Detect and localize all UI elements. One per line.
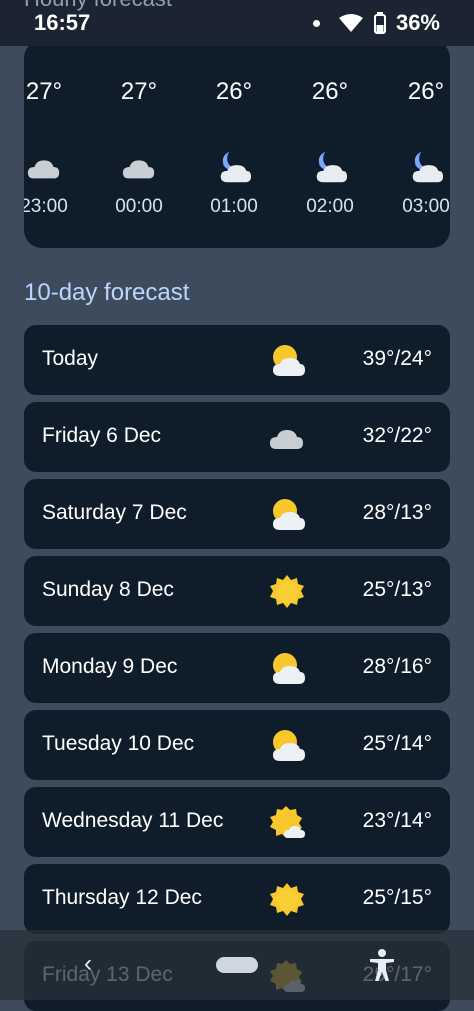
forecast-day-row[interactable]: Sunday 8 Dec 25°/13°: [24, 556, 450, 626]
forecast-day-row[interactable]: Thursday 12 Dec 25°/15°: [24, 864, 450, 934]
forecast-day-temp: 39°/24°: [362, 347, 432, 370]
battery-level: 36%: [395, 10, 440, 35]
forecast-day-name: Saturday 7 Dec: [42, 501, 187, 524]
hourly-temp: 26°: [215, 78, 253, 105]
navigation-bar: ‹: [0, 930, 474, 1000]
forecast-day-name: Sunday 8 Dec: [42, 578, 174, 601]
forecast-day-name: Monday 9 Dec: [42, 655, 178, 678]
sun-icon: [268, 881, 306, 919]
forecast-day-temp: 25°/13°: [362, 578, 432, 601]
moon-cloud-icon: [312, 150, 348, 186]
moon-cloud-icon: [408, 150, 444, 186]
cloud-icon: [268, 419, 306, 457]
status-time: 16:57: [34, 10, 91, 35]
sun-icon: [268, 573, 306, 611]
cloud-icon: [121, 150, 157, 186]
ten-day-forecast-title: 10-day forecast: [24, 279, 190, 306]
forecast-day-temp: 28°/13°: [362, 501, 432, 524]
forecast-day-row[interactable]: Saturday 7 Dec 28°/13°: [24, 479, 450, 549]
forecast-day-row[interactable]: Wednesday 11 Dec 23°/14°: [24, 787, 450, 857]
hourly-temp: 26°: [311, 78, 349, 105]
hourly-temp: 26°: [407, 78, 445, 105]
forecast-day-temp: 23°/14°: [362, 809, 432, 832]
accessibility-icon[interactable]: [368, 948, 396, 982]
battery-icon: [373, 12, 386, 34]
notification-dot-icon: [312, 19, 320, 27]
wifi-icon: [338, 14, 363, 32]
forecast-day-temp: 25°/15°: [362, 886, 432, 909]
sun-cloud-icon: [268, 650, 306, 688]
hourly-forecast-title: Hourly forecast: [24, 0, 172, 12]
sun-cloud-icon: [268, 727, 306, 765]
forecast-day-row[interactable]: Monday 9 Dec 28°/16°: [24, 633, 450, 703]
hourly-time: 23:00: [24, 196, 68, 217]
moon-cloud-icon: [216, 150, 252, 186]
forecast-day-name: Today: [42, 347, 99, 370]
forecast-day-name: Thursday 12 Dec: [42, 886, 202, 909]
forecast-day-row[interactable]: Today 39°/24°: [24, 325, 450, 395]
hourly-temp: 27°: [120, 78, 158, 105]
sun-cloud-icon: [268, 342, 306, 380]
status-icons: 36%: [312, 10, 440, 36]
sun-small-cloud-icon: [268, 804, 306, 842]
forecast-day-temp: 32°/22°: [362, 424, 432, 447]
forecast-day-name: Tuesday 10 Dec: [42, 732, 195, 755]
back-icon[interactable]: ‹: [84, 950, 92, 978]
forecast-day-name: Wednesday 11 Dec: [42, 809, 224, 832]
forecast-day-temp: 28°/16°: [362, 655, 432, 678]
hourly-forecast-card[interactable]: 27° 23:00 27° 00:00 26° 01:00 26° 02:00 26° 03:00: [24, 40, 450, 248]
forecast-day-row[interactable]: Friday 6 Dec 32°/22°: [24, 402, 450, 472]
hourly-temp: 27°: [25, 78, 63, 105]
hourly-time: 01:00: [210, 196, 258, 217]
forecast-day-name: Friday 6 Dec: [42, 424, 162, 447]
cloud-icon: [26, 150, 62, 186]
home-pill-button[interactable]: [216, 957, 258, 973]
sun-cloud-icon: [268, 496, 306, 534]
forecast-day-row[interactable]: Tuesday 10 Dec 25°/14°: [24, 710, 450, 780]
hourly-time: 03:00: [402, 196, 450, 217]
hourly-time: 02:00: [306, 196, 354, 217]
forecast-day-temp: 25°/14°: [362, 732, 432, 755]
hourly-time: 00:00: [115, 196, 163, 217]
